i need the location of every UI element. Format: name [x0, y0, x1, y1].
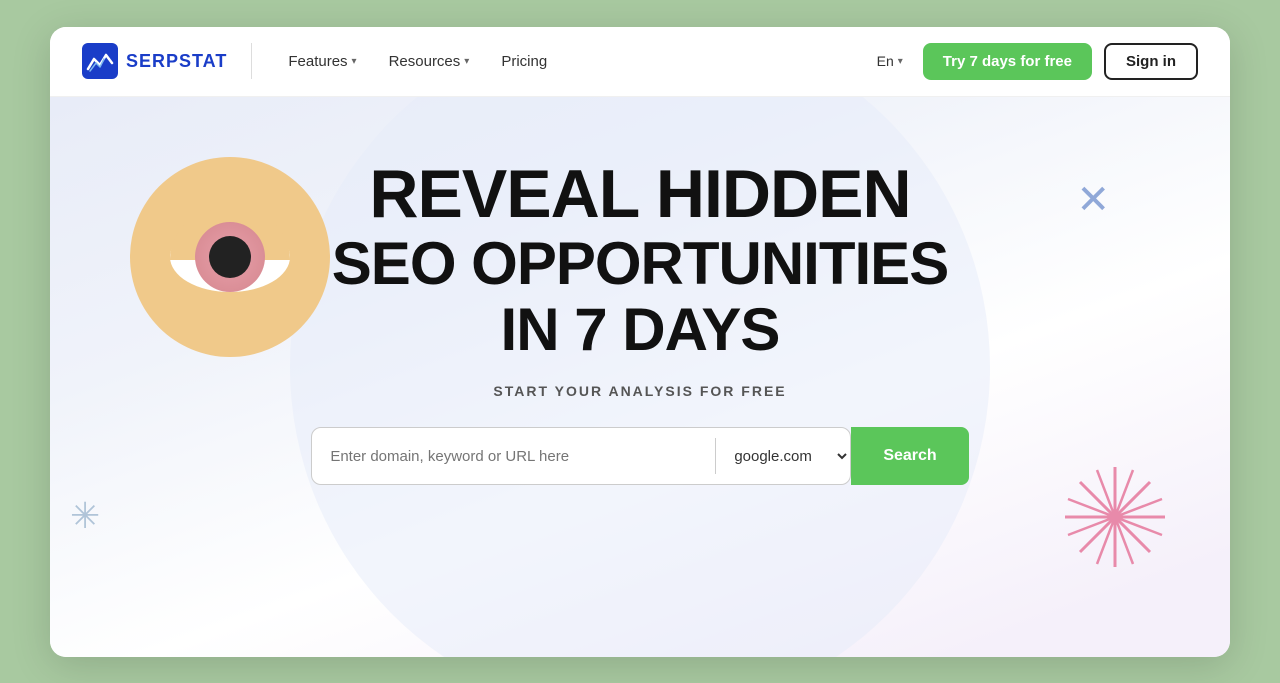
navbar: SERPSTAT Features ▾ Resources ▾ Pricing … — [50, 27, 1230, 97]
nav-actions: En ▾ Try 7 days for free Sign in — [869, 43, 1198, 80]
hero-section: ✕ ✳ REVEAL HIDDEN SEO OPPORTUNI — [50, 97, 1230, 657]
search-input[interactable] — [312, 448, 715, 465]
search-wrapper: google.com google.co.uk bing.com Search — [311, 427, 968, 485]
eye-outer-circle — [130, 157, 330, 357]
chevron-down-icon: ▾ — [898, 56, 903, 67]
hero-subtitle: START YOUR ANALYSIS FOR FREE — [311, 383, 968, 399]
eye-pupil — [209, 236, 251, 278]
signin-button[interactable]: Sign in — [1104, 43, 1198, 80]
eye-iris — [195, 222, 265, 292]
nav-links: Features ▾ Resources ▾ Pricing — [276, 45, 868, 78]
nav-resources[interactable]: Resources ▾ — [377, 45, 482, 78]
hero-title-line2: SEO OPPORTUNITIES — [311, 231, 968, 297]
logo-text: SERPSTAT — [126, 51, 227, 72]
eye-white — [170, 222, 290, 292]
asterisk-decoration: ✳ — [70, 495, 100, 537]
starburst-decoration — [1060, 462, 1170, 577]
chevron-down-icon: ▾ — [352, 56, 357, 67]
hero-title-line3: IN 7 DAYS — [311, 297, 968, 363]
search-button[interactable]: Search — [851, 427, 968, 485]
chevron-down-icon: ▾ — [464, 56, 469, 67]
trial-button[interactable]: Try 7 days for free — [923, 43, 1092, 80]
search-bar: google.com google.co.uk bing.com — [311, 427, 851, 485]
nav-divider — [251, 43, 252, 79]
nav-pricing[interactable]: Pricing — [489, 45, 559, 78]
cross-decoration: ✕ — [1076, 177, 1110, 223]
language-selector[interactable]: En ▾ — [869, 47, 911, 75]
nav-features[interactable]: Features ▾ — [276, 45, 368, 78]
search-dropdown[interactable]: google.com google.co.uk bing.com — [716, 447, 850, 466]
hero-title-line1: REVEAL HIDDEN — [311, 157, 968, 232]
browser-window: SERPSTAT Features ▾ Resources ▾ Pricing … — [50, 27, 1230, 657]
eye-illustration — [130, 157, 330, 357]
logo[interactable]: SERPSTAT — [82, 43, 227, 79]
hero-content: REVEAL HIDDEN SEO OPPORTUNITIES IN 7 DAY… — [311, 157, 968, 486]
logo-icon — [82, 43, 118, 79]
